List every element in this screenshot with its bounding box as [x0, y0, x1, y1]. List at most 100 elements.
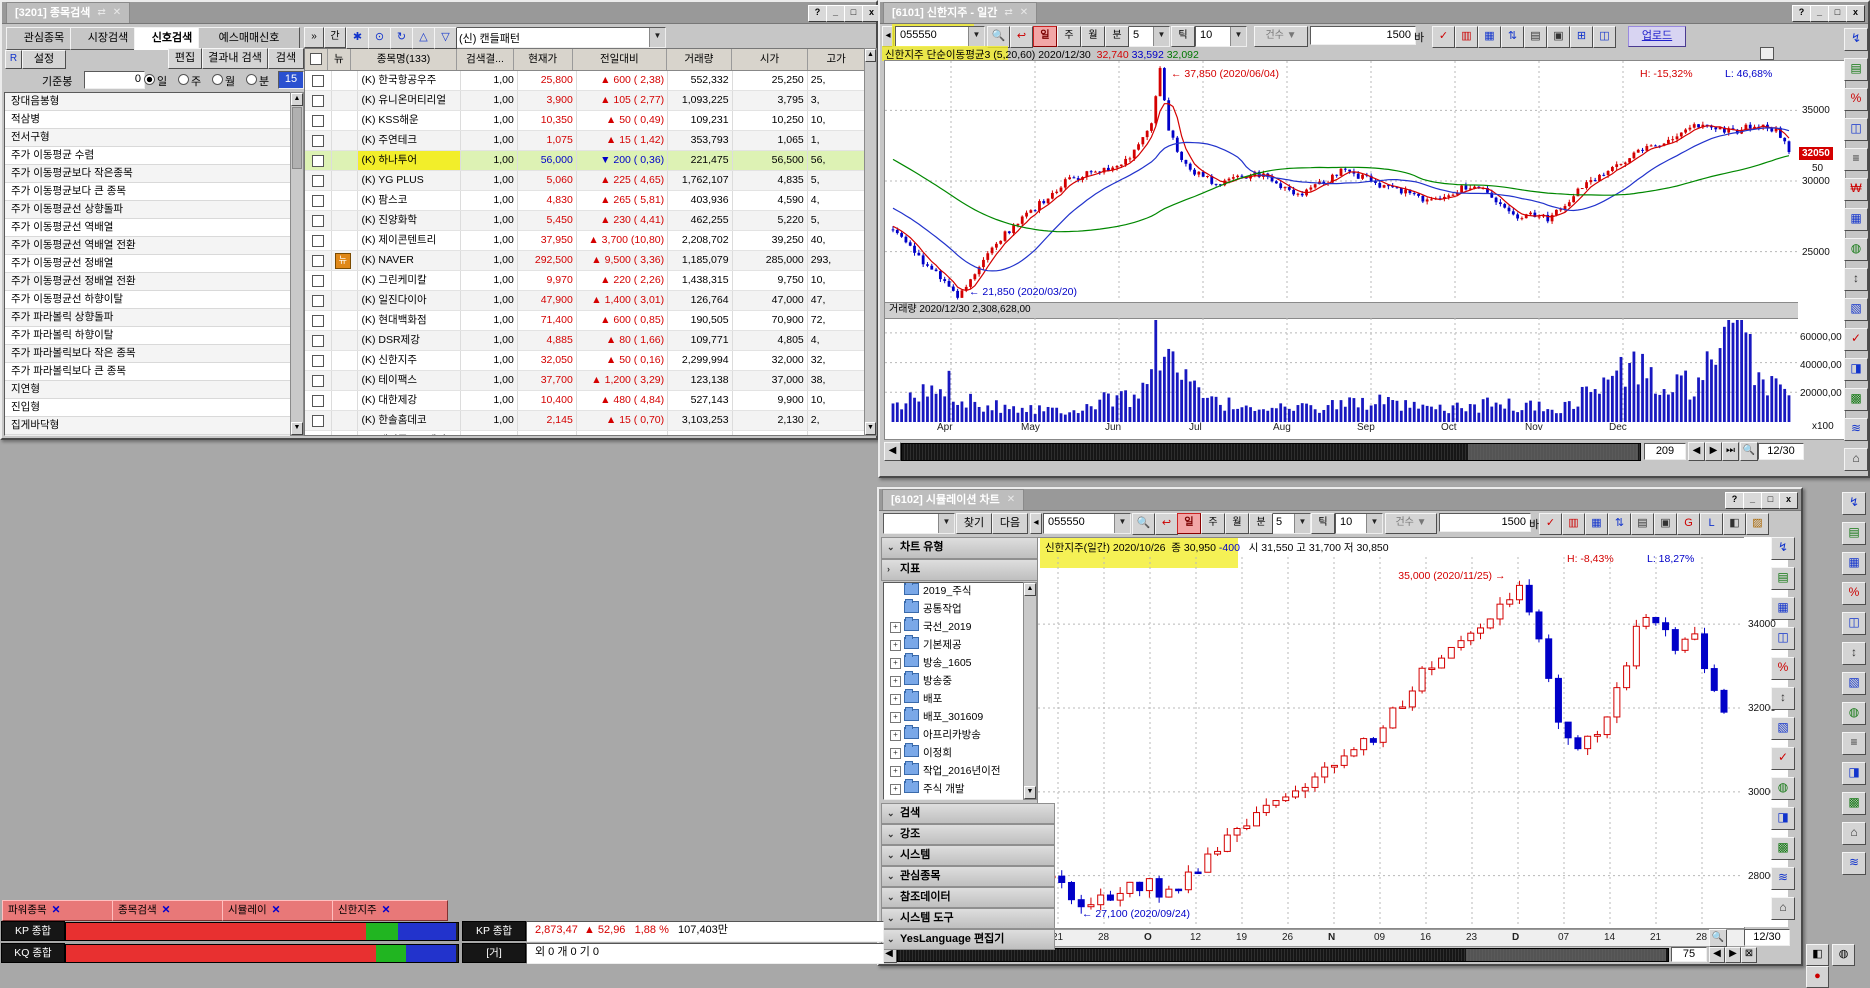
- check-icon[interactable]: ✓: [1844, 328, 1868, 351]
- row-checkbox[interactable]: [312, 415, 324, 427]
- target-icon[interactable]: ◍: [1771, 777, 1795, 800]
- stock-row[interactable]: (K) 주연테크1,001,075▲ 15 ( 1,42)353,7931,06…: [305, 131, 865, 151]
- window-tab-3201[interactable]: [3201] 종목검색 ⇄ ✕: [6, 2, 130, 23]
- zoom-icon[interactable]: 🔍: [1709, 929, 1727, 947]
- sim-navigator[interactable]: [897, 948, 1669, 962]
- step-forward-icon[interactable]: ▶: [1705, 442, 1722, 461]
- bar-chart-icon[interactable]: ▥: [1562, 513, 1585, 535]
- column-header[interactable]: 전일대비: [573, 49, 667, 70]
- target-icon[interactable]: ◍: [1842, 702, 1866, 725]
- condition-item[interactable]: 주가 파라볼릭보다 작은 종목: [5, 345, 291, 363]
- edit-button[interactable]: 편집: [168, 48, 202, 69]
- sort-down-icon[interactable]: ▽: [434, 27, 457, 49]
- check-icon[interactable]: ✓: [1771, 747, 1795, 770]
- window-tab-6101[interactable]: [6101] 신한지주 - 일간 ⇄ ✕: [883, 2, 1037, 23]
- close-button[interactable]: x: [1779, 492, 1798, 509]
- close-icon[interactable]: ✕: [382, 904, 391, 916]
- tick-count-dropdown[interactable]: 10▼: [1195, 26, 1247, 47]
- stock-row[interactable]: (K) KSS해운1,0010,350▲ 50 ( 0,49)109,23110…: [305, 111, 865, 131]
- navigator-window[interactable]: [1466, 949, 1666, 961]
- pin-icon[interactable]: R: [5, 50, 22, 69]
- visible-bars-count[interactable]: 75: [1671, 947, 1707, 962]
- report-icon[interactable]: ▤: [1771, 567, 1795, 590]
- scroll-up-icon[interactable]: ▲: [865, 49, 876, 62]
- expand-button[interactable]: »: [304, 27, 324, 48]
- radio-일[interactable]: 일: [144, 73, 167, 89]
- period-일[interactable]: 일: [1177, 513, 1201, 534]
- grid-icon[interactable]: ▦: [1771, 597, 1795, 620]
- accordion-YesLanguage 편집기[interactable]: ⌄YesLanguage 편집기: [881, 929, 1055, 950]
- minute-dropdown[interactable]: 5▼: [1128, 26, 1170, 47]
- resize-icon[interactable]: ↕: [1844, 268, 1868, 291]
- condition-item[interactable]: 주가 파라볼릭 하향이탈: [5, 327, 291, 345]
- accordion-참조데이터[interactable]: ⌄참조데이터: [881, 887, 1055, 908]
- row-checkbox[interactable]: [312, 175, 324, 187]
- flash-icon[interactable]: ↯: [1842, 492, 1866, 515]
- period-분[interactable]: 분: [1105, 26, 1129, 47]
- taskbar-tab-종목검색[interactable]: 종목검색✕: [112, 900, 228, 921]
- stock-row[interactable]: (K) 현대백화점1,0071,400▲ 600 ( 0,85)190,5057…: [305, 311, 865, 331]
- condition-item[interactable]: 진입형: [5, 399, 291, 417]
- row-checkbox[interactable]: [312, 95, 324, 107]
- go-end-icon[interactable]: ⏭: [1722, 442, 1739, 461]
- search-back-icon[interactable]: ↩: [1010, 26, 1033, 48]
- sidebar-chart-type[interactable]: ⌄차트 유형: [881, 537, 1055, 559]
- radio-분[interactable]: 분: [246, 73, 269, 89]
- find-button[interactable]: 찾기: [956, 513, 992, 534]
- stock-row[interactable]: (K) 일진다이아1,0047,900▲ 1,400 ( 3,01)126,76…: [305, 291, 865, 311]
- condition-item[interactable]: 주가 파라볼릭보다 큰 종목: [5, 363, 291, 381]
- sort-updown-icon[interactable]: ⇅: [1501, 26, 1524, 48]
- pattern-icon[interactable]: ▧: [1771, 717, 1795, 740]
- resize-icon[interactable]: ↕: [1842, 642, 1866, 665]
- layout-icon[interactable]: ◫: [1842, 612, 1866, 635]
- bars-input[interactable]: 1500: [1310, 26, 1416, 45]
- stock-row[interactable]: (K) 하나투어1,0056,000▼ 200 ( 0,36)221,47556…: [305, 151, 865, 171]
- next-button[interactable]: 다음: [992, 513, 1028, 534]
- taskbar-tab-시뮬레이[interactable]: 시뮬레이✕: [222, 900, 338, 921]
- row-checkbox[interactable]: [312, 215, 324, 227]
- tick-count-dropdown[interactable]: 10▼: [1335, 513, 1383, 534]
- condition-item[interactable]: 주가 이동평균선 정배열 전환: [5, 273, 291, 291]
- flash-icon[interactable]: ↯: [1844, 28, 1868, 51]
- dock-icon[interactable]: ⇄: [1004, 3, 1012, 23]
- alert-icon[interactable]: ●: [1806, 966, 1829, 988]
- stock-row[interactable]: (K) YG PLUS1,005,060▲ 225 ( 4,65)1,762,1…: [305, 171, 865, 191]
- minute-dropdown[interactable]: 5▼: [1271, 513, 1311, 534]
- navigator-window[interactable]: [1468, 444, 1638, 460]
- minimize-button[interactable]: _: [1810, 5, 1829, 22]
- volume-header[interactable]: 거래량 2020/12/30 2,308,628,00 ⤢ ✕: [884, 302, 1850, 319]
- stock-row[interactable]: (K) DSR제강1,004,885▲ 80 ( 1,66)109,7714,8…: [305, 331, 865, 351]
- close-icon[interactable]: ✕: [1020, 3, 1028, 23]
- stock-row[interactable]: (K) 팜스코1,004,830▲ 265 ( 5,81)403,9364,59…: [305, 191, 865, 211]
- wave-icon[interactable]: ≋: [1844, 418, 1868, 441]
- window-tab-6102[interactable]: [6102] 시뮬레이션 차트 ✕: [882, 489, 1024, 510]
- sim-price-chart[interactable]: 35,000 (2020/11/25) →← 27,100 (2020/09/2…: [1038, 557, 1742, 926]
- count-dropdown[interactable]: 건수 ▼: [1254, 26, 1308, 47]
- row-checkbox[interactable]: [312, 235, 324, 247]
- accordion-강조[interactable]: ⌄강조: [881, 824, 1055, 845]
- condition-item[interactable]: 지연형: [5, 381, 291, 399]
- symbol-code-input[interactable]: 055550▼: [895, 26, 985, 47]
- pattern-dropdown[interactable]: (신) 캔들패턴▼: [454, 27, 666, 48]
- report-icon[interactable]: ▤: [1842, 522, 1866, 545]
- percent-icon[interactable]: %: [1842, 582, 1866, 605]
- result-search-button[interactable]: 결과내 검색: [202, 48, 268, 69]
- histogram-icon[interactable]: ▦: [1585, 513, 1608, 535]
- period-일[interactable]: 일: [1033, 26, 1057, 47]
- close-icon[interactable]: ✕: [52, 904, 61, 916]
- home-icon[interactable]: ⌂: [1844, 448, 1868, 471]
- row-checkbox[interactable]: [312, 115, 324, 127]
- menu-icon[interactable]: ≡: [1844, 148, 1868, 171]
- confirm-icon[interactable]: ✓: [1432, 26, 1455, 48]
- tab-예스매매신호[interactable]: 예스매매신호: [198, 27, 300, 50]
- price-chart[interactable]: ← 37,850 (2020/06/04)← 21,850 (2020/03/2…: [885, 61, 1797, 301]
- visible-bars-count[interactable]: 209: [1644, 443, 1686, 460]
- row-checkbox[interactable]: [312, 155, 324, 167]
- row-checkbox[interactable]: [312, 275, 324, 287]
- minimize-button[interactable]: _: [1743, 492, 1762, 509]
- maximize-button[interactable]: □: [844, 5, 863, 22]
- base-bar-input[interactable]: 0: [84, 71, 145, 89]
- open-folder-icon[interactable]: ▨: [1746, 513, 1769, 535]
- stock-row[interactable]: (K) 테이팩스1,0037,700▲ 1,200 ( 3,29)123,138…: [305, 371, 865, 391]
- condition-scrollbar[interactable]: ▲ ▼: [290, 92, 304, 436]
